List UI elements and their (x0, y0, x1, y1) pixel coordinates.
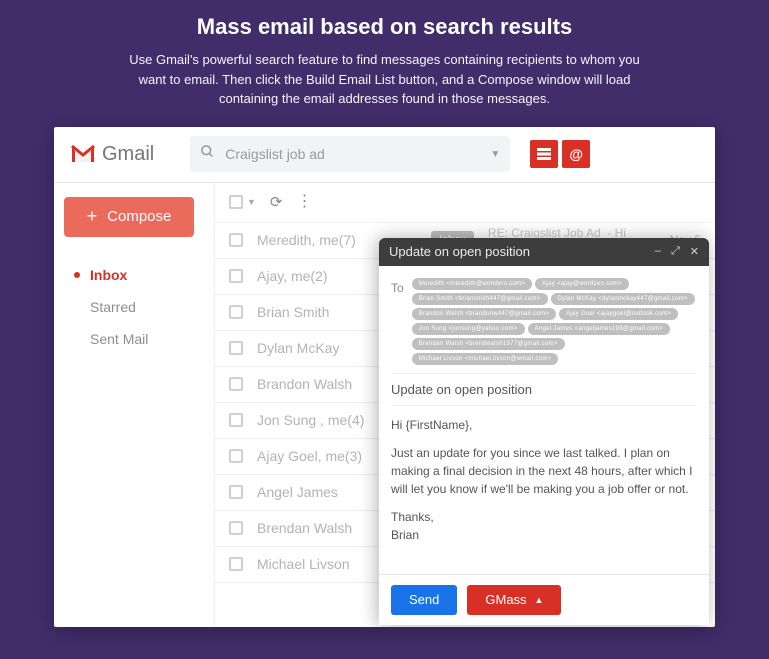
hero-subtitle: Use Gmail's powerful search feature to f… (125, 50, 645, 109)
sidebar-item-label: Inbox (90, 267, 127, 283)
compose-label: Compose (107, 208, 171, 225)
row-checkbox[interactable] (229, 413, 243, 427)
sidebar-item-starred[interactable]: Starred (64, 291, 204, 323)
recipient-chip[interactable]: Michael Livson <michael.livson@wmail.com… (412, 353, 559, 365)
search-value: Craigslist job ad (225, 146, 490, 162)
gmail-icon (70, 144, 96, 164)
recipient-chip[interactable]: Brandon Walsh <brandonw447@gmail.com> (412, 308, 556, 320)
compose-title-text: Update on open position (389, 244, 530, 259)
to-row[interactable]: To Meredith <meredith@wonders.com> Ajay … (391, 274, 697, 374)
chevron-down-icon[interactable]: ▼ (247, 197, 256, 207)
app-header: Gmail Craigslist job ad ▼ @ (54, 127, 715, 183)
sidebar-item-sent[interactable]: Sent Mail (64, 323, 204, 355)
recipient-chip[interactable]: Dylan McKay <dylanmckay447@gmail.com> (551, 293, 695, 305)
expand-icon[interactable]: ⤢ (671, 245, 680, 258)
recipient-chip[interactable]: Ajay <ajay@wordzen.com> (535, 278, 629, 290)
recipient-chip[interactable]: Jon Sung <jonsung@yahoo.com> (412, 323, 525, 335)
recipient-chip[interactable]: Brendan Walsh <brendwalsh1977@gmail.com> (412, 338, 565, 350)
gmail-app: Gmail Craigslist job ad ▼ @ + Compose In… (54, 127, 715, 627)
header-buttons: @ (530, 140, 590, 168)
chevron-up-icon: ▲ (535, 595, 544, 605)
signoff: Thanks, Brian (391, 508, 697, 544)
row-checkbox[interactable] (229, 449, 243, 463)
row-checkbox[interactable] (229, 557, 243, 571)
compose-footer: Send GMass▲ (379, 574, 709, 625)
recipient-chip[interactable]: Angel James <angeljames199@gmail.com> (528, 323, 671, 335)
more-icon[interactable]: ⋮ (297, 197, 313, 207)
refresh-icon[interactable]: ⟳ (270, 193, 283, 211)
main-pane: ▼ ⟳ ⋮ Meredith, me(7) Inbox RE: Craigsli… (214, 183, 715, 627)
subject-input[interactable]: Update on open position (391, 374, 697, 406)
greeting: Hi {FirstName}, (391, 416, 697, 434)
compose-titlebar[interactable]: Update on open position – ⤢ ✕ (379, 238, 709, 266)
send-button[interactable]: Send (391, 585, 457, 615)
hero: Mass email based on search results Use G… (0, 0, 769, 127)
hero-title: Mass email based on search results (60, 14, 709, 40)
row-checkbox[interactable] (229, 305, 243, 319)
gmail-brand-text: Gmail (102, 143, 154, 166)
dot-icon (74, 272, 80, 278)
compose-button[interactable]: + Compose (64, 197, 194, 237)
row-checkbox[interactable] (229, 377, 243, 391)
body-text: Just an update for you since we last tal… (391, 444, 697, 498)
row-checkbox[interactable] (229, 341, 243, 355)
compose-body: To Meredith <meredith@wonders.com> Ajay … (379, 266, 709, 574)
sidebar-item-inbox[interactable]: Inbox (64, 259, 204, 291)
app-body: + Compose Inbox Starred Sent Mail ▼ ⟳ ⋮ (54, 183, 715, 627)
row-checkbox[interactable] (229, 233, 243, 247)
recipient-chip[interactable]: Meredith <meredith@wonders.com> (412, 278, 532, 290)
sidebar-item-label: Starred (90, 299, 136, 315)
to-label: To (391, 278, 404, 295)
gmail-logo[interactable]: Gmail (70, 143, 154, 166)
sidebar: + Compose Inbox Starred Sent Mail (54, 183, 214, 627)
plus-icon: + (87, 206, 98, 227)
minimize-icon[interactable]: – (655, 245, 661, 258)
select-all-checkbox[interactable] (229, 195, 243, 209)
message-body[interactable]: Hi {FirstName}, Just an update for you s… (391, 406, 697, 564)
build-list-button[interactable] (530, 140, 558, 168)
row-checkbox[interactable] (229, 521, 243, 535)
compose-window: Update on open position – ⤢ ✕ To Meredit… (379, 238, 709, 625)
gmass-button[interactable]: GMass▲ (467, 585, 561, 615)
search-icon (200, 144, 215, 164)
recipient-chip[interactable]: Brian Smith <briansmith447@gmail.com> (412, 293, 548, 305)
row-checkbox[interactable] (229, 269, 243, 283)
toolbar: ▼ ⟳ ⋮ (215, 183, 715, 223)
close-icon[interactable]: ✕ (690, 245, 699, 258)
row-checkbox[interactable] (229, 485, 243, 499)
recipient-chips: Meredith <meredith@wonders.com> Ajay <aj… (412, 278, 697, 365)
sidebar-item-label: Sent Mail (90, 331, 148, 347)
chevron-down-icon[interactable]: ▼ (490, 149, 500, 160)
at-button[interactable]: @ (562, 140, 590, 168)
recipient-chip[interactable]: Ajay Goel <ajaygoel@outlook.com> (559, 308, 678, 320)
search-input[interactable]: Craigslist job ad ▼ (190, 136, 510, 172)
